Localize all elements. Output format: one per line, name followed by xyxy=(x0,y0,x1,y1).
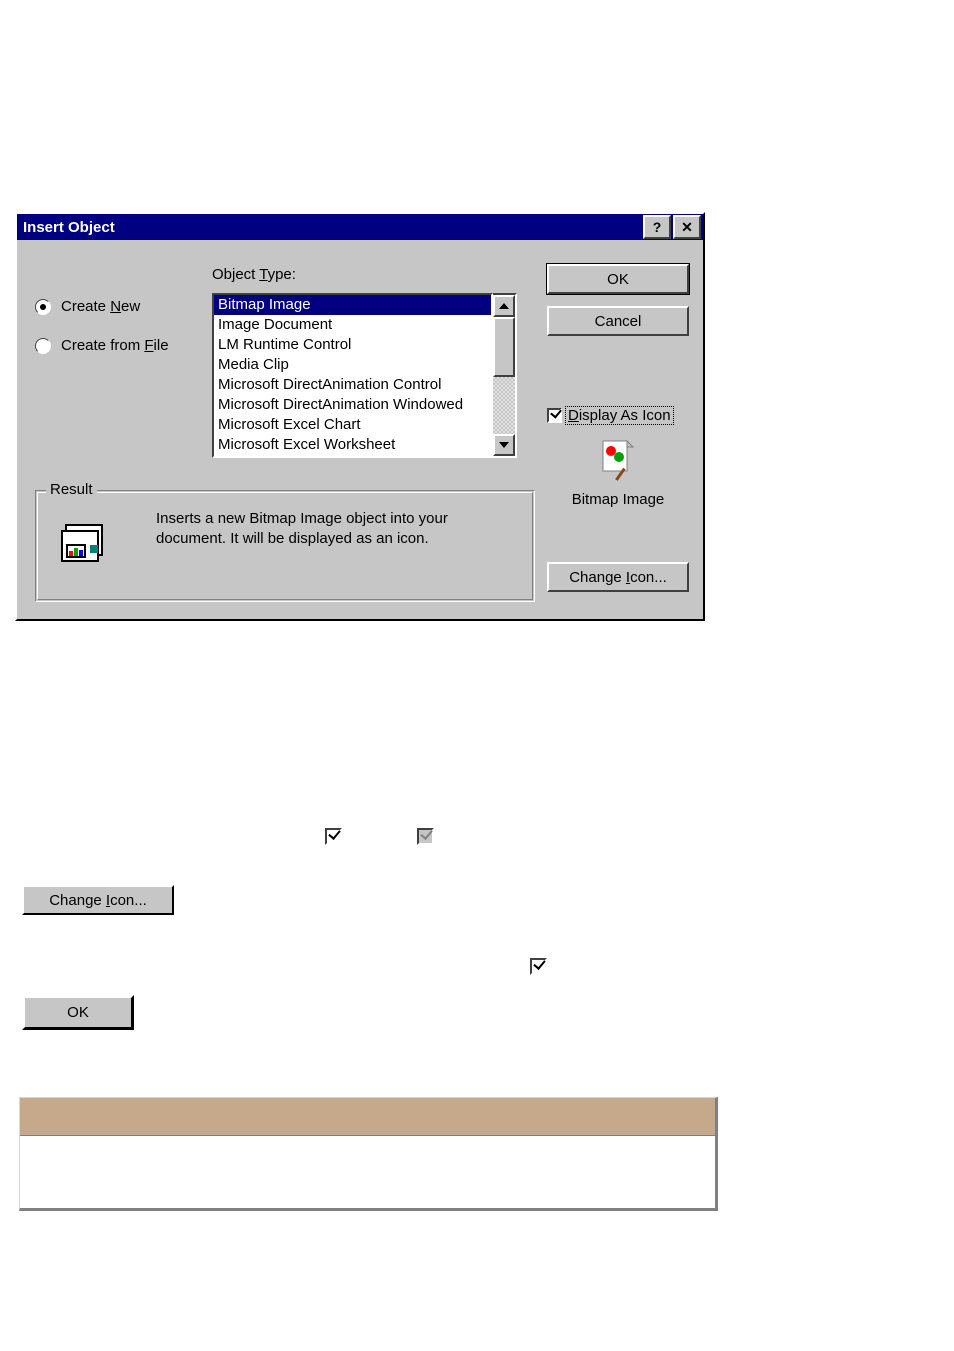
display-as-icon-checkbox[interactable]: Display As Icon xyxy=(547,406,689,425)
standalone-checkbox-checked[interactable] xyxy=(325,828,342,845)
arrow-down-icon xyxy=(499,442,509,448)
standalone-change-icon-button[interactable]: Change Icon... xyxy=(22,885,174,915)
radio-create-from-file[interactable]: Create from File xyxy=(35,337,169,354)
icon-preview-caption: Bitmap Image xyxy=(547,491,689,508)
result-groupbox: Result Inserts a new Bitmap Image object… xyxy=(35,490,535,602)
object-type-item[interactable]: Microsoft DirectAnimation Control xyxy=(214,375,491,395)
cancel-button-label: Cancel xyxy=(595,313,642,330)
ok-button-label: OK xyxy=(607,271,629,288)
checkbox-icon xyxy=(530,958,547,975)
dialog-title: Insert Object xyxy=(23,219,641,236)
arrow-up-icon xyxy=(499,303,509,309)
object-type-item[interactable]: Image Document xyxy=(214,315,491,335)
scroll-up-button[interactable] xyxy=(493,295,515,317)
bottom-panel xyxy=(19,1097,718,1211)
dialog-body: Create New Create from File Object Type:… xyxy=(17,240,703,619)
scroll-track[interactable] xyxy=(493,317,515,434)
radio-create-new[interactable]: Create New xyxy=(35,298,169,315)
create-mode-radios: Create New Create from File xyxy=(35,298,169,376)
object-type-list[interactable]: Bitmap ImageImage DocumentLM Runtime Con… xyxy=(212,293,493,458)
ok-button[interactable]: OK xyxy=(547,264,689,294)
object-type-item[interactable]: Microsoft Excel Chart xyxy=(214,415,491,435)
bitmap-image-icon xyxy=(599,439,637,481)
result-text: Inserts a new Bitmap Image object into y… xyxy=(156,509,516,549)
checkbox-icon xyxy=(325,828,342,845)
object-type-item[interactable]: Media Clip xyxy=(214,355,491,375)
listbox-scrollbar[interactable] xyxy=(493,293,517,458)
object-type-item[interactable]: Microsoft Excel Worksheet xyxy=(214,435,491,455)
bottom-panel-header xyxy=(20,1098,715,1136)
insert-object-dialog: Insert Object ? ✕ Create New Create from… xyxy=(15,212,705,621)
result-group-label: Result xyxy=(46,481,97,498)
scroll-down-button[interactable] xyxy=(493,434,515,456)
object-type-item[interactable]: LM Runtime Control xyxy=(214,335,491,355)
standalone-ok-label: OK xyxy=(67,1004,89,1021)
help-button[interactable]: ? xyxy=(643,215,671,239)
display-as-icon-label: Display As Icon xyxy=(565,406,674,425)
close-button[interactable]: ✕ xyxy=(673,215,701,239)
change-icon-button[interactable]: Change Icon... xyxy=(547,562,689,592)
cancel-button[interactable]: Cancel xyxy=(547,306,689,336)
checkbox-icon xyxy=(417,828,434,845)
checkbox-icon xyxy=(547,408,562,423)
object-type-item[interactable]: Microsoft DirectAnimation Windowed xyxy=(214,395,491,415)
dialog-right-column: OK Cancel Display As Icon xyxy=(547,264,689,604)
titlebar[interactable]: Insert Object ? ✕ xyxy=(17,214,703,240)
scroll-thumb[interactable] xyxy=(493,317,515,377)
radio-dot-icon xyxy=(35,338,51,354)
object-type-label: Object Type: xyxy=(212,266,296,283)
radio-create-from-file-label: Create from File xyxy=(61,337,169,354)
standalone-checkbox-checked-2[interactable] xyxy=(530,958,547,975)
object-type-item[interactable]: Bitmap Image xyxy=(214,295,491,315)
icon-preview: Bitmap Image xyxy=(547,439,689,508)
result-illustration-icon xyxy=(58,521,112,567)
radio-create-new-label: Create New xyxy=(61,298,140,315)
bottom-panel-body xyxy=(20,1136,715,1208)
radio-dot-icon xyxy=(35,299,51,315)
standalone-ok-button[interactable]: OK xyxy=(22,995,134,1030)
change-icon-button-label: Change Icon... xyxy=(569,569,667,586)
standalone-change-icon-label: Change Icon... xyxy=(49,892,147,909)
standalone-checkbox-grayed[interactable] xyxy=(417,828,434,845)
object-type-listbox[interactable]: Bitmap ImageImage DocumentLM Runtime Con… xyxy=(212,293,517,458)
